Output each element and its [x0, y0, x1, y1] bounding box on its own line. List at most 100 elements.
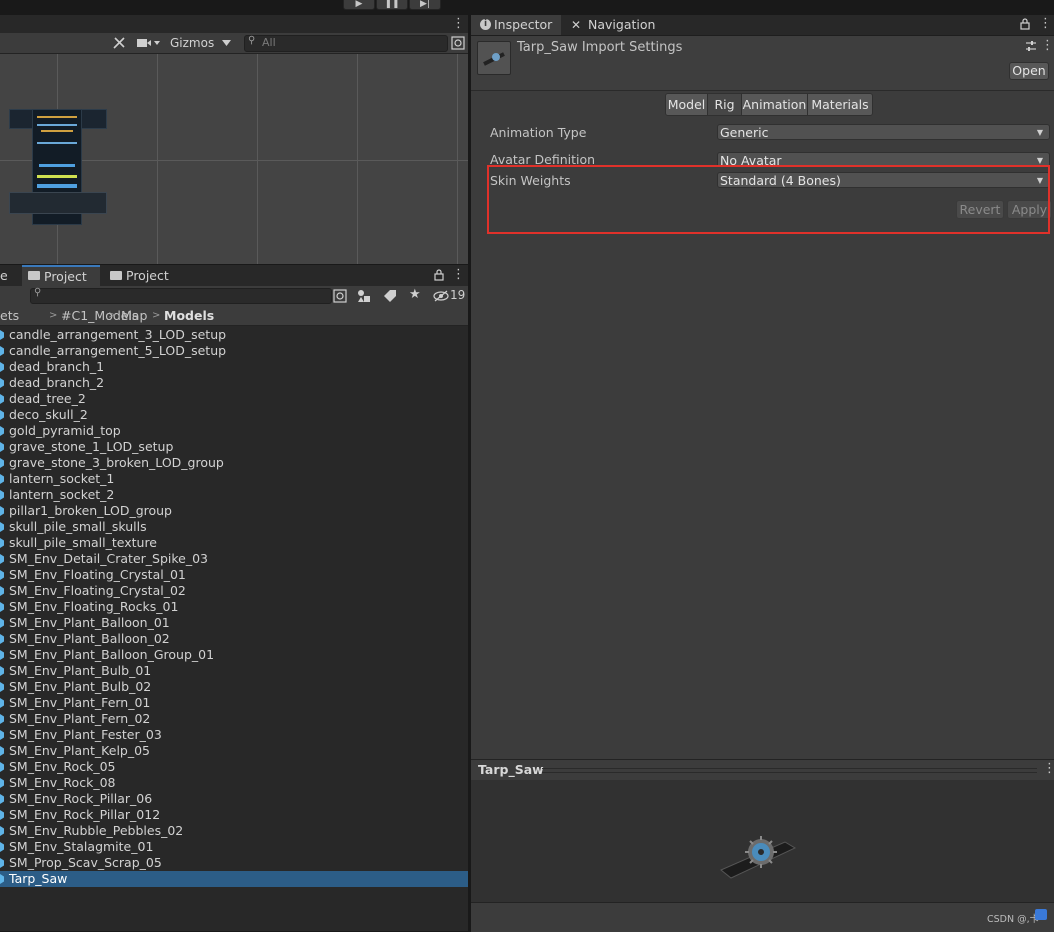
tab-hierarchy[interactable]: e	[0, 265, 16, 286]
list-item-label: dead_tree_2	[9, 391, 86, 406]
list-item-label: SM_Env_Rubble_Pebbles_02	[9, 823, 184, 838]
more-options-icon[interactable]: ⋮	[452, 267, 465, 282]
list-item[interactable]: dead_tree_2	[0, 391, 468, 407]
model-file-icon	[0, 362, 4, 372]
list-item[interactable]: dead_branch_2	[0, 375, 468, 391]
model-file-icon	[0, 730, 4, 740]
animation-type-dropdown[interactable]: Generic ▼	[717, 124, 1050, 140]
list-item[interactable]: skull_pile_small_skulls	[0, 519, 468, 535]
tab-navigation[interactable]: ✕ Navigation	[569, 15, 669, 35]
gizmos-button[interactable]: Gizmos	[170, 35, 215, 51]
more-options-icon[interactable]: ⋮	[1043, 761, 1054, 776]
favorite-star-icon[interactable]: ★	[409, 287, 421, 302]
list-item[interactable]: SM_Env_Plant_Balloon_Group_01	[0, 647, 468, 663]
list-item[interactable]: grave_stone_3_broken_LOD_group	[0, 455, 468, 471]
list-item[interactable]: SM_Env_Rock_05	[0, 759, 468, 775]
list-item[interactable]: skull_pile_small_texture	[0, 535, 468, 551]
breadcrumb-item[interactable]: Map	[121, 306, 147, 325]
list-item[interactable]: lantern_socket_2	[0, 487, 468, 503]
tab-model[interactable]: Model	[665, 93, 708, 116]
list-item[interactable]: pillar1_broken_LOD_group	[0, 503, 468, 519]
list-item-label: candle_arrangement_5_LOD_setup	[9, 343, 227, 358]
model-file-icon	[0, 682, 4, 692]
list-item[interactable]: SM_Env_Plant_Kelp_05	[0, 743, 468, 759]
list-item[interactable]: SM_Env_Plant_Fester_03	[0, 727, 468, 743]
scene-toolbar: Gizmos ⚲ All	[0, 33, 468, 54]
step-button[interactable]: ▶|	[409, 0, 441, 10]
list-item[interactable]: deco_skull_2	[0, 407, 468, 423]
list-item-label: SM_Env_Plant_Bulb_02	[9, 679, 152, 694]
model-file-icon	[0, 714, 4, 724]
list-item[interactable]: candle_arrangement_3_LOD_setup	[0, 327, 468, 343]
list-item-label: SM_Env_Plant_Balloon_02	[9, 631, 170, 646]
list-item[interactable]: SM_Env_Stalagmite_01	[0, 839, 468, 855]
tab-project-active[interactable]: Project	[22, 265, 100, 286]
preview-resize-handle[interactable]	[542, 768, 1037, 773]
info-icon: i	[480, 19, 491, 30]
camera-icon[interactable]	[137, 37, 161, 49]
model-preview[interactable]	[471, 780, 1054, 902]
list-item[interactable]: grave_stone_1_LOD_setup	[0, 439, 468, 455]
tools-icon[interactable]	[112, 36, 126, 50]
project-search-input[interactable]: ⚲	[30, 287, 332, 304]
scene-search-input[interactable]: ⚲ All	[244, 35, 448, 52]
list-item[interactable]: SM_Env_Rock_Pillar_06	[0, 791, 468, 807]
tab-project[interactable]: Project	[104, 265, 184, 286]
list-item-label: SM_Env_Plant_Balloon_Group_01	[9, 647, 215, 662]
list-item[interactable]: SM_Env_Rock_Pillar_012	[0, 807, 468, 823]
search-by-type-icon[interactable]	[451, 36, 465, 50]
list-item[interactable]: SM_Env_Plant_Bulb_01	[0, 663, 468, 679]
tab-animation[interactable]: Animation	[741, 93, 808, 116]
list-item[interactable]: SM_Env_Floating_Rocks_01	[0, 599, 468, 615]
label-tag-icon[interactable]	[383, 289, 397, 303]
list-item-label: dead_branch_2	[9, 375, 105, 390]
breadcrumb: ets > #C1_Models > Map > Models	[0, 306, 468, 326]
list-item-selected[interactable]: Tarp_Saw	[0, 871, 468, 887]
preview-header: Tarp_Saw ⋮	[471, 759, 1054, 781]
model-file-icon	[0, 586, 4, 596]
list-item-label: SM_Prop_Scav_Scrap_05	[9, 855, 162, 870]
open-button[interactable]: Open	[1009, 62, 1049, 80]
list-item[interactable]: SM_Env_Floating_Crystal_01	[0, 567, 468, 583]
chevron-down-icon[interactable]	[222, 39, 231, 47]
tab-materials[interactable]: Materials	[807, 93, 873, 116]
breadcrumb-current[interactable]: Models	[164, 306, 214, 325]
project-toolbar: ⚲ ★ 19	[0, 286, 468, 307]
avatar-definition-dropdown[interactable]: No Avatar ▼	[717, 152, 1050, 165]
breadcrumb-item[interactable]: ets	[0, 306, 19, 325]
pause-button[interactable]: ❚❚	[376, 0, 408, 10]
lock-icon[interactable]	[1020, 18, 1030, 30]
list-item-label: skull_pile_small_texture	[9, 535, 157, 550]
list-item[interactable]: SM_Env_Plant_Bulb_02	[0, 679, 468, 695]
scene-viewport[interactable]	[0, 54, 468, 265]
list-item[interactable]: SM_Env_Rock_08	[0, 775, 468, 791]
list-item[interactable]: dead_branch_1	[0, 359, 468, 375]
list-item[interactable]: SM_Env_Plant_Balloon_02	[0, 631, 468, 647]
list-item[interactable]: lantern_socket_1	[0, 471, 468, 487]
list-item[interactable]: SM_Env_Floating_Crystal_02	[0, 583, 468, 599]
model-file-icon	[0, 634, 4, 644]
lock-icon[interactable]	[434, 269, 444, 281]
list-item-label: SM_Env_Rock_08	[9, 775, 116, 790]
tab-rig[interactable]: Rig	[707, 93, 742, 116]
search-by-type-icon[interactable]	[333, 289, 347, 303]
list-item-label: SM_Env_Plant_Kelp_05	[9, 743, 151, 758]
list-item[interactable]: SM_Env_Plant_Balloon_01	[0, 615, 468, 631]
more-options-icon[interactable]: ⋮	[452, 16, 465, 31]
play-button[interactable]: ▶	[343, 0, 375, 10]
list-item-label: SM_Env_Floating_Rocks_01	[9, 599, 179, 614]
list-item[interactable]: SM_Env_Plant_Fern_02	[0, 711, 468, 727]
more-options-icon[interactable]: ⋮	[1039, 16, 1052, 31]
list-item[interactable]: SM_Env_Rubble_Pebbles_02	[0, 823, 468, 839]
more-options-icon[interactable]: ⋮	[1041, 38, 1054, 53]
presets-icon[interactable]	[1025, 40, 1037, 52]
list-item[interactable]: SM_Env_Detail_Crater_Spike_03	[0, 551, 468, 567]
tab-inspector[interactable]: i Inspector	[471, 15, 561, 35]
annotation-highlight-box	[487, 165, 1050, 234]
list-item[interactable]: SM_Env_Plant_Fern_01	[0, 695, 468, 711]
list-item[interactable]: gold_pyramid_top	[0, 423, 468, 439]
hidden-packages-icon[interactable]	[433, 290, 449, 302]
filter-by-type-icon[interactable]	[357, 289, 371, 303]
list-item[interactable]: SM_Prop_Scav_Scrap_05	[0, 855, 468, 871]
list-item[interactable]: candle_arrangement_5_LOD_setup	[0, 343, 468, 359]
